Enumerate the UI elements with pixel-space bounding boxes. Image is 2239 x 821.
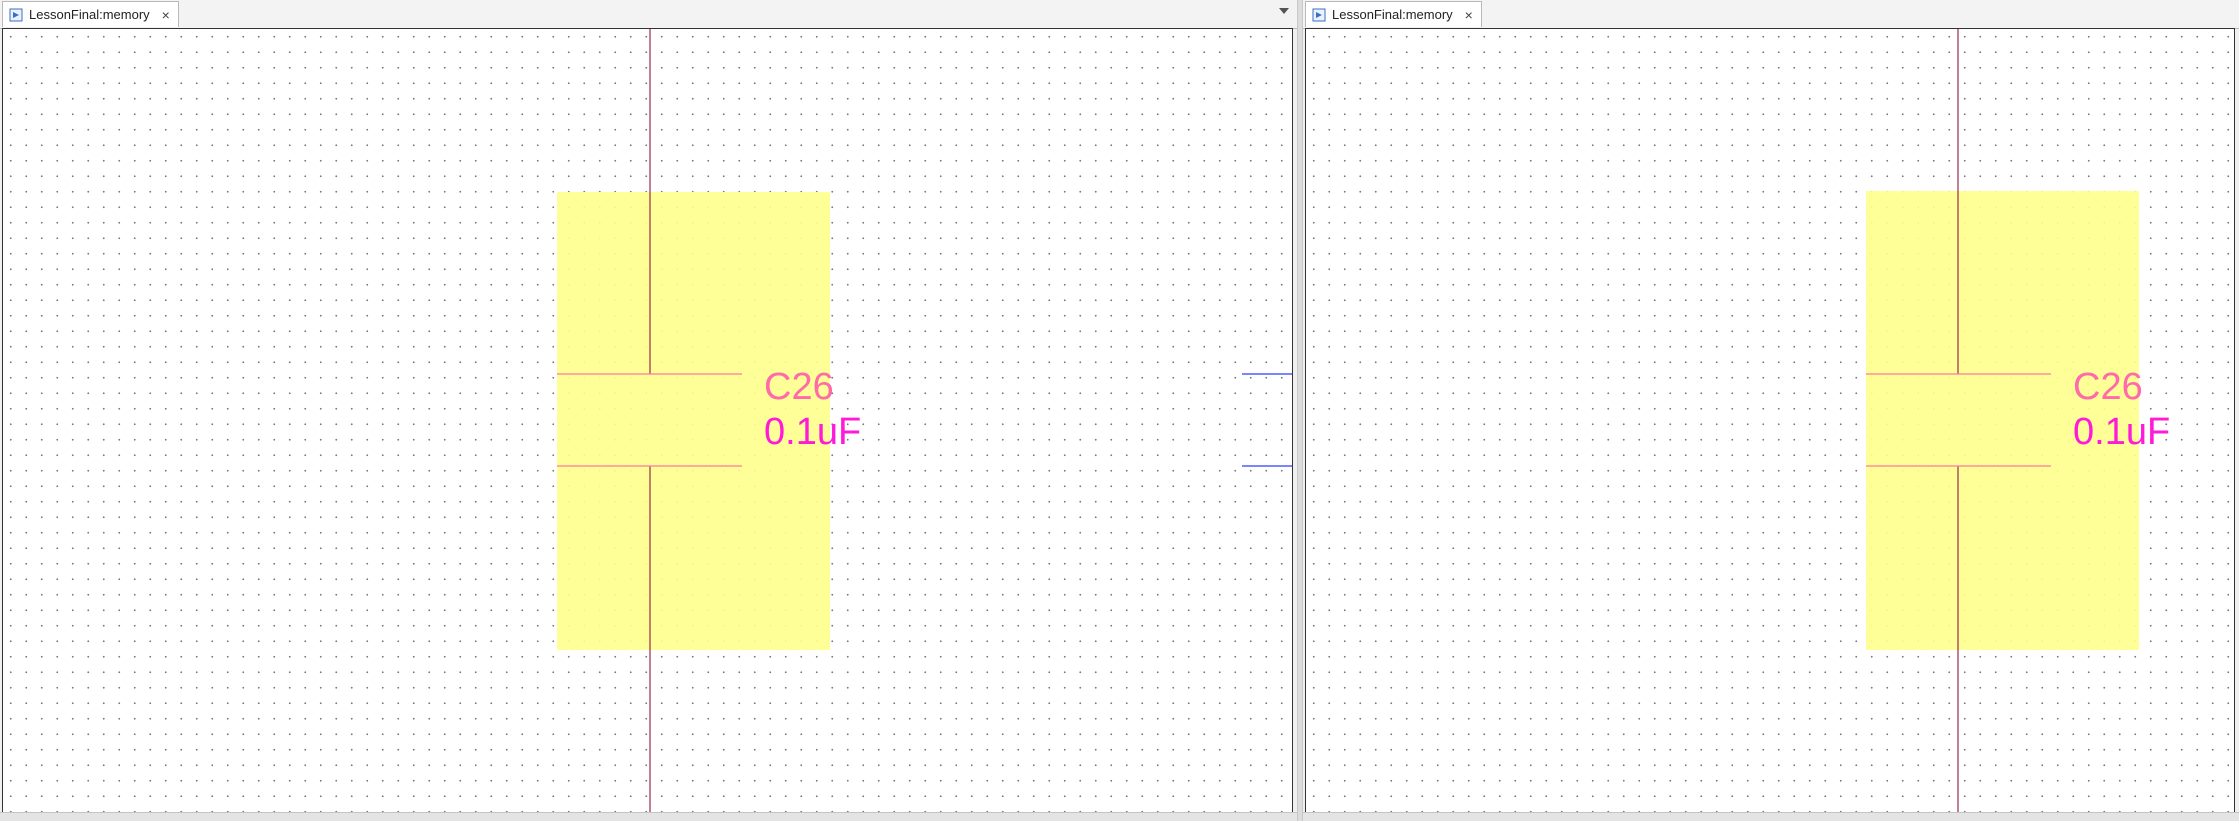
right-schematic-canvas[interactable]: C26 0.1uF — [1305, 28, 2235, 813]
right-editor-pane: LessonFinal:memory × C26 0.1uF — [1303, 0, 2239, 821]
left-status-strip — [0, 812, 1297, 821]
component-value[interactable]: 0.1uF — [2073, 411, 2170, 453]
schematic-document-icon — [9, 8, 23, 21]
right-document-tab[interactable]: LessonFinal:memory × — [1305, 1, 1482, 27]
right-schematic-drawing: C26 0.1uF — [1866, 29, 2170, 812]
chevron-down-icon[interactable] — [1279, 8, 1289, 14]
left-schematic-canvas[interactable]: C26 0.1uF — [2, 28, 1293, 813]
right-tab-bar: LessonFinal:memory × — [1303, 0, 2239, 29]
component-value[interactable]: 0.1uF — [764, 411, 861, 453]
close-icon[interactable]: × — [1465, 8, 1473, 22]
right-status-strip — [1303, 812, 2239, 821]
component-designator[interactable]: C26 — [2073, 366, 2143, 408]
close-icon[interactable]: × — [162, 8, 170, 22]
component-designator[interactable]: C26 — [764, 366, 834, 408]
left-schematic-drawing: C26 0.1uF — [557, 29, 1292, 812]
schematic-document-icon — [1312, 8, 1326, 21]
left-editor-pane: LessonFinal:memory × C26 0.1uF — [0, 0, 1297, 821]
left-tab-bar: LessonFinal:memory × — [0, 0, 1297, 29]
left-tab-title: LessonFinal:memory — [29, 7, 150, 22]
left-document-tab[interactable]: LessonFinal:memory × — [2, 1, 179, 27]
right-tab-title: LessonFinal:memory — [1332, 7, 1453, 22]
